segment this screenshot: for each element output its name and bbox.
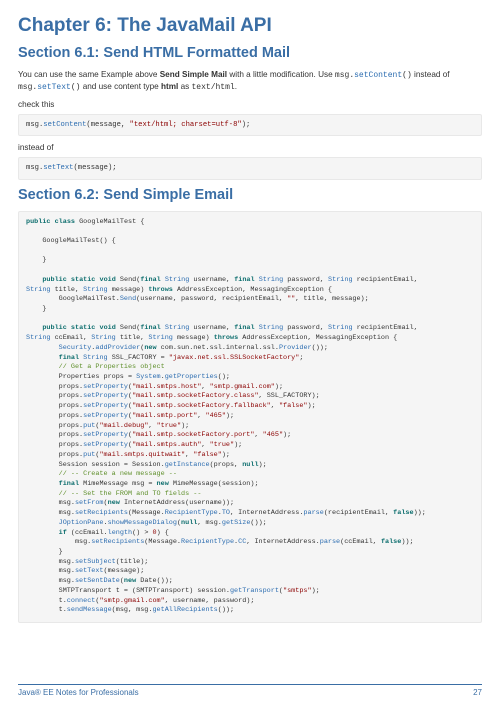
instead-of-label: instead of	[18, 143, 482, 152]
chapter-title: Chapter 6: The JavaMail API	[18, 15, 482, 37]
footer-page-number: 27	[473, 688, 482, 697]
page-footer: Java® EE Notes for Professionals 27	[18, 684, 482, 697]
code-settext: msg.setText(message);	[18, 157, 482, 179]
intro-paragraph: You can use the same Example above Send …	[18, 69, 482, 93]
section-61-title: Section 6.1: Send HTML Formatted Mail	[18, 45, 482, 61]
code-setcontent: msg.setContent(message, "text/html; char…	[18, 114, 482, 136]
check-this-label: check this	[18, 100, 482, 109]
section-62-title: Section 6.2: Send Simple Email	[18, 187, 482, 203]
footer-book-title: Java® EE Notes for Professionals	[18, 688, 139, 697]
code-googlemailtest: public class GoogleMailTest { GoogleMail…	[18, 211, 482, 623]
